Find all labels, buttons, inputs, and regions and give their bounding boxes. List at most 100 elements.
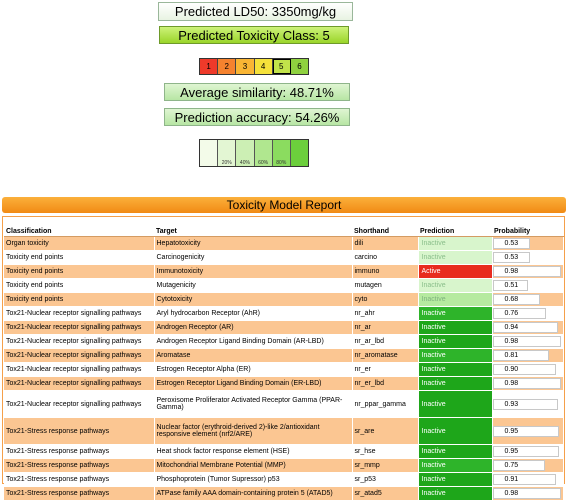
probability-bar: 0.75 xyxy=(492,460,563,471)
probability-bar-fill xyxy=(492,336,562,347)
probability-value: 0.76 xyxy=(504,310,519,317)
header-shorthand: Shorthand xyxy=(352,226,418,237)
predicted-toxicity-class-box: Predicted Toxicity Class: 5 xyxy=(159,26,349,44)
cell-prediction: Inactive xyxy=(418,486,493,501)
table-row: Toxicity end points Cytotoxicity cyto Inact… xyxy=(4,292,564,307)
cell-probability: 0.98 xyxy=(492,334,564,349)
table-row: Tox21-Stress response pathways Nuclear fa… xyxy=(4,417,564,445)
cell-classification: Tox21-Nuclear receptor signalling pathwa… xyxy=(4,334,155,349)
toxicity-class-scale: 123456 xyxy=(199,58,309,75)
table-row: Tox21-Nuclear receptor signalling pathwa… xyxy=(4,320,564,335)
cell-target: Estrogen Receptor Ligand Binding Domain … xyxy=(154,376,353,391)
cell-prediction: Inactive xyxy=(418,472,493,487)
cell-classification: Tox21-Nuclear receptor signalling pathwa… xyxy=(4,320,155,335)
probability-bar: 0.98 xyxy=(492,488,563,499)
table-row: Toxicity end points Mutagenicity mutagen In… xyxy=(4,278,564,293)
predicted-ld50-box: Predicted LD50: 3350mg/kg xyxy=(158,2,353,21)
probability-bar-fill xyxy=(492,474,557,485)
cell-classification: Toxicity end points xyxy=(4,278,155,293)
table-row: Tox21-Stress response pathways Heat shock… xyxy=(4,444,564,459)
cell-prediction: Inactive xyxy=(418,390,493,418)
cell-probability: 0.98 xyxy=(492,486,564,501)
probability-value: 0.81 xyxy=(504,352,519,359)
class-scale-cell-6: 6 xyxy=(290,59,309,74)
probability-bar: 0.76 xyxy=(492,308,563,319)
cell-target: Mitochondrial Membrane Potential (MMP) xyxy=(154,458,353,473)
accuracy-scale-label: 40% xyxy=(239,160,250,166)
cell-shorthand: cyto xyxy=(352,292,419,307)
cell-prediction: Inactive xyxy=(418,348,493,363)
header-target: Target xyxy=(154,226,352,237)
cell-prediction: Inactive xyxy=(418,320,493,335)
cell-probability: 0.95 xyxy=(492,417,564,445)
cell-target: Androgen Receptor (AR) xyxy=(154,320,353,335)
cell-shorthand: sr_p53 xyxy=(352,472,419,487)
cell-shorthand: nr_ar_lbd xyxy=(352,334,419,349)
accuracy-scale-cell-6 xyxy=(290,140,309,166)
probability-value: 0.75 xyxy=(504,462,519,469)
class-scale-cell-2: 2 xyxy=(218,59,237,74)
cell-classification: Tox21-Stress response pathways xyxy=(4,486,155,501)
cell-shorthand: nr_er_lbd xyxy=(352,376,419,391)
probability-value: 0.90 xyxy=(504,366,519,373)
cell-probability: 0.53 xyxy=(492,236,564,251)
accuracy-scale-cell-2: 20% xyxy=(218,140,237,166)
cell-target: Carcinogenicity xyxy=(154,250,353,265)
cell-target: Heat shock factor response element (HSE) xyxy=(154,444,353,459)
probability-value: 0.53 xyxy=(504,254,519,261)
probability-value: 0.95 xyxy=(504,448,519,455)
cell-probability: 0.95 xyxy=(492,444,564,459)
probability-bar-fill xyxy=(492,488,562,499)
cell-shorthand: nr_aromatase xyxy=(352,348,419,363)
cell-classification: Toxicity end points xyxy=(4,250,155,265)
probability-bar-fill xyxy=(492,350,550,361)
table-row: Tox21-Nuclear receptor signalling pathwa… xyxy=(4,376,564,391)
cell-shorthand: mutagen xyxy=(352,278,419,293)
class-scale-cell-5: 5 xyxy=(272,59,291,74)
cell-prediction: Inactive xyxy=(418,278,493,293)
cell-probability: 0.94 xyxy=(492,320,564,335)
cell-probability: 0.81 xyxy=(492,348,564,363)
table-row: Tox21-Stress response pathways ATPase fam… xyxy=(4,486,564,501)
table-row: Organ toxicity Hepatotoxicity dili Inactive… xyxy=(4,236,564,251)
header-prediction: Prediction xyxy=(418,226,492,237)
cell-probability: 0.51 xyxy=(492,278,564,293)
probability-bar: 0.68 xyxy=(492,294,563,305)
header-classification: Classification xyxy=(4,226,154,237)
prediction-accuracy-box: Prediction accuracy: 54.26% xyxy=(164,108,350,126)
probability-bar: 0.98 xyxy=(492,336,563,347)
cell-probability: 0.93 xyxy=(492,390,564,418)
cell-prediction: Inactive xyxy=(418,292,493,307)
cell-prediction: Inactive xyxy=(418,458,493,473)
cell-shorthand: nr_ppar_gamma xyxy=(352,390,419,418)
cell-target: Hepatotoxicity xyxy=(154,236,353,251)
probability-bar: 0.53 xyxy=(492,252,563,263)
table-row: Tox21-Nuclear receptor signalling pathwa… xyxy=(4,306,564,321)
cell-shorthand: nr_ahr xyxy=(352,306,419,321)
probability-bar: 0.95 xyxy=(492,446,563,457)
class-scale-cell-4: 4 xyxy=(254,59,273,74)
class-scale-cell-1: 1 xyxy=(200,59,219,74)
cell-prediction: Inactive xyxy=(418,417,493,445)
table-header-row: Classification Target Shorthand Predicti… xyxy=(4,226,563,237)
probability-bar: 0.53 xyxy=(492,238,563,249)
cell-prediction: Inactive xyxy=(418,250,493,265)
probability-bar-fill xyxy=(492,322,559,333)
probability-bar: 0.93 xyxy=(492,398,563,410)
cell-prediction: Inactive xyxy=(418,444,493,459)
probability-value: 0.98 xyxy=(504,380,519,387)
cell-classification: Tox21-Nuclear receptor signalling pathwa… xyxy=(4,362,155,377)
probability-bar-fill xyxy=(492,378,562,389)
cell-classification: Toxicity end points xyxy=(4,264,155,279)
cell-shorthand: sr_hse xyxy=(352,444,419,459)
table-row: Tox21-Nuclear receptor signalling pathwa… xyxy=(4,348,564,363)
accuracy-scale-label: 60% xyxy=(258,160,269,166)
probability-bar-fill xyxy=(492,364,556,375)
cell-target: Aromatase xyxy=(154,348,353,363)
cell-probability: 0.98 xyxy=(492,376,564,391)
cell-probability: 0.53 xyxy=(492,250,564,265)
cell-prediction: Active xyxy=(418,264,493,279)
probability-value: 0.53 xyxy=(504,240,519,247)
probability-bar-fill xyxy=(492,425,559,437)
cell-target: Cytotoxicity xyxy=(154,292,353,307)
